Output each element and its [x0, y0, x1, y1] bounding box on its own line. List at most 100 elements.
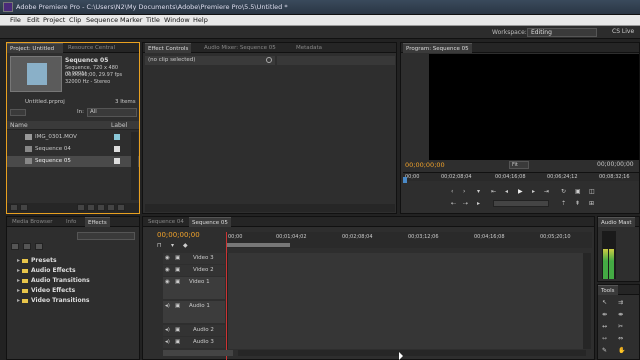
- menu-edit[interactable]: Edit: [27, 16, 40, 24]
- tab-tools[interactable]: Tools: [598, 285, 618, 295]
- zoom-slider[interactable]: [163, 350, 233, 356]
- set-out-icon[interactable]: ›: [463, 188, 465, 195]
- go-to-next-edit-icon[interactable]: ⇢: [463, 200, 468, 207]
- col-name[interactable]: Name: [10, 122, 28, 129]
- 32bit-effects-icon[interactable]: [23, 243, 31, 250]
- lift-icon[interactable]: ⇡: [561, 200, 566, 207]
- set-encore-marker-icon[interactable]: ◆: [183, 242, 188, 249]
- zoom-fit-select[interactable]: Fit: [509, 161, 529, 169]
- tab-effects[interactable]: Effects: [85, 217, 110, 227]
- find-button[interactable]: [87, 204, 95, 211]
- cs-live-button[interactable]: CS Live: [612, 28, 634, 35]
- track-header-video-1[interactable]: ◉ ▣ Video 1: [163, 277, 225, 299]
- new-bin-button[interactable]: [97, 204, 105, 211]
- output-icon[interactable]: ◫: [589, 188, 595, 195]
- jog-shuttle[interactable]: [493, 200, 549, 207]
- lock-icon[interactable]: ▣: [175, 339, 180, 345]
- navigate-icon[interactable]: [266, 57, 272, 63]
- lock-icon[interactable]: ▣: [175, 279, 180, 285]
- track-select-tool-icon[interactable]: ⇉: [618, 299, 623, 306]
- lock-icon[interactable]: ▣: [175, 267, 180, 273]
- work-area-bar[interactable]: [226, 243, 290, 247]
- tab-effect-controls[interactable]: Effect Controls: [145, 43, 192, 53]
- program-current-timecode[interactable]: 00;00;00;00: [405, 161, 445, 169]
- new-item-button[interactable]: [107, 204, 115, 211]
- slip-tool-icon[interactable]: ⇿: [602, 335, 607, 342]
- track-header-audio-1[interactable]: ◂) ▣ Audio 1: [163, 301, 225, 323]
- list-item[interactable]: IMG_0301.MOV: [7, 132, 139, 143]
- safe-margins-icon[interactable]: ▣: [575, 188, 581, 195]
- set-in-icon[interactable]: ‹: [451, 188, 453, 195]
- timeline-horizontal-scrollbar[interactable]: [238, 350, 586, 356]
- go-to-out-icon[interactable]: ⇥: [544, 188, 549, 195]
- timeline-ruler[interactable]: 00;00 00;01;04;02 00;02;08;04 00;03;12;0…: [226, 232, 592, 248]
- track-header-audio-3[interactable]: ◂) ▣ Audio 3: [163, 337, 225, 348]
- clear-button[interactable]: [117, 204, 125, 211]
- snap-icon[interactable]: ⊓: [157, 242, 162, 249]
- program-video-viewer[interactable]: [429, 54, 639, 160]
- go-to-prev-edit-icon[interactable]: ⇠: [451, 200, 456, 207]
- pen-tool-icon[interactable]: ✎: [602, 347, 607, 354]
- selection-tool-icon[interactable]: ↖: [602, 299, 607, 306]
- tab-sequence-05[interactable]: Sequence 05: [189, 217, 231, 227]
- effects-search-input[interactable]: [77, 232, 135, 240]
- speaker-icon[interactable]: ◂): [165, 303, 170, 309]
- project-scrollbar[interactable]: [131, 132, 138, 200]
- yuv-effects-icon[interactable]: [35, 243, 43, 250]
- step-forward-icon[interactable]: ▸: [532, 188, 535, 195]
- tab-info[interactable]: Info: [63, 217, 79, 227]
- set-marker-icon[interactable]: ▾: [171, 242, 174, 249]
- timeline-current-timecode[interactable]: 00;00;00;00: [157, 231, 200, 239]
- go-to-in-icon[interactable]: ⇤: [491, 188, 496, 195]
- lock-icon[interactable]: ▣: [175, 255, 180, 261]
- accelerated-effects-icon[interactable]: [11, 243, 19, 250]
- effects-folder-presets[interactable]: ▸ Presets: [17, 257, 57, 264]
- lock-icon[interactable]: ▣: [175, 303, 180, 309]
- tab-sequence-04[interactable]: Sequence 04: [145, 217, 187, 227]
- playhead-indicator[interactable]: [403, 177, 407, 183]
- effects-folder-audio-transitions[interactable]: ▸ Audio Transitions: [17, 277, 90, 284]
- automate-button[interactable]: [77, 204, 85, 211]
- list-item[interactable]: Sequence 05: [7, 156, 139, 167]
- tab-media-browser[interactable]: Media Browser: [9, 217, 56, 227]
- in-filter-select[interactable]: All: [87, 108, 137, 117]
- track-content-area[interactable]: [227, 253, 583, 349]
- menu-window[interactable]: Window: [164, 16, 190, 24]
- trim-icon[interactable]: ⊞: [589, 200, 594, 207]
- tab-audio-mixer[interactable]: Audio Mixer: Sequence 05: [201, 43, 279, 53]
- track-header-video-3[interactable]: ◉ ▣ Video 3: [163, 253, 225, 264]
- menu-marker[interactable]: Marker: [120, 16, 142, 24]
- track-header-video-2[interactable]: ◉ ▣ Video 2: [163, 265, 225, 276]
- track-header-audio-2[interactable]: ◂) ▣ Audio 2: [163, 325, 225, 336]
- menu-clip[interactable]: Clip: [69, 16, 81, 24]
- program-time-ruler[interactable]: 00;00 00;02;08;04 00;04;16;08 00;06;24;1…: [403, 172, 639, 181]
- menu-project[interactable]: Project: [43, 16, 65, 24]
- menu-help[interactable]: Help: [193, 16, 208, 24]
- list-item[interactable]: Sequence 04: [7, 144, 139, 155]
- slide-tool-icon[interactable]: ⇔: [618, 335, 623, 342]
- col-label[interactable]: Label: [111, 122, 127, 129]
- menu-sequence[interactable]: Sequence: [86, 16, 118, 24]
- add-marker-icon[interactable]: ▾: [477, 188, 480, 195]
- play-in-to-out-icon[interactable]: ▸: [477, 200, 480, 207]
- play-icon[interactable]: ▶: [518, 188, 523, 195]
- speaker-icon[interactable]: ◂): [165, 327, 170, 333]
- effects-folder-video-effects[interactable]: ▸ Video Effects: [17, 287, 75, 294]
- eye-icon[interactable]: ◉: [165, 267, 170, 273]
- lock-icon[interactable]: ▣: [175, 327, 180, 333]
- rolling-edit-tool-icon[interactable]: ⇼: [618, 311, 623, 318]
- tab-program-monitor[interactable]: Program: Sequence 05: [403, 43, 472, 53]
- extract-icon[interactable]: ⇞: [575, 200, 580, 207]
- step-back-icon[interactable]: ◂: [505, 188, 508, 195]
- hand-tool-icon[interactable]: ✋: [618, 347, 625, 354]
- tab-project[interactable]: Project: Untitled: [7, 43, 63, 53]
- effects-folder-audio-effects[interactable]: ▸ Audio Effects: [17, 267, 76, 274]
- workspace-select[interactable]: Editing: [527, 28, 597, 37]
- menu-title[interactable]: Title: [146, 16, 160, 24]
- eye-icon[interactable]: ◉: [165, 255, 170, 261]
- loop-icon[interactable]: ↻: [561, 188, 566, 195]
- speaker-icon[interactable]: ◂): [165, 339, 170, 345]
- timeline-vertical-scrollbar[interactable]: [583, 253, 591, 349]
- premiere-app-icon[interactable]: [3, 2, 13, 12]
- tab-metadata[interactable]: Metadata: [293, 43, 325, 53]
